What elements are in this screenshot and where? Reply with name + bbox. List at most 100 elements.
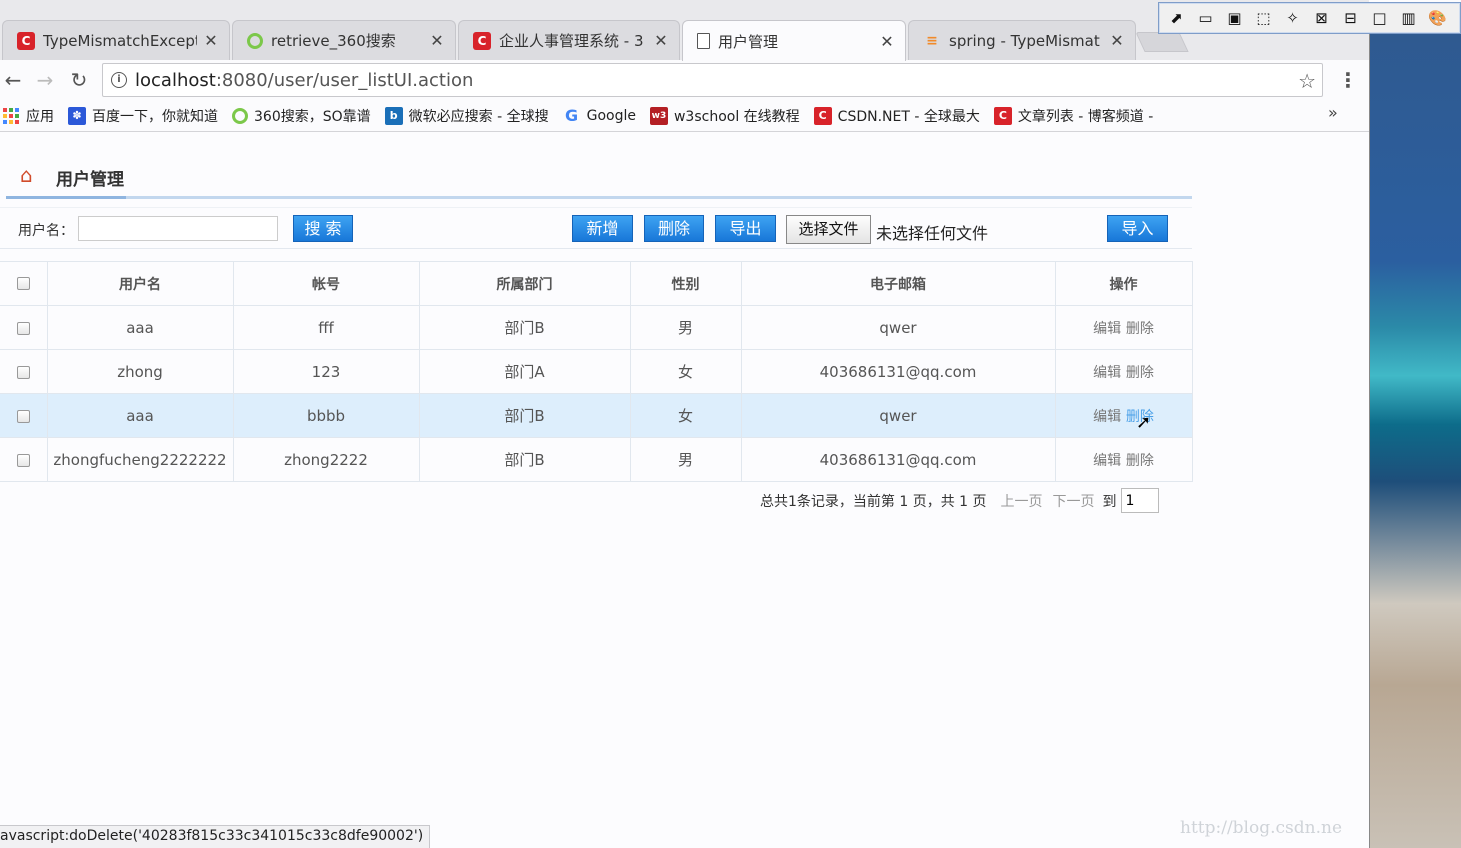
home-icon: ⌂ [20, 163, 33, 187]
csdn-icon: C [993, 106, 1012, 125]
address-bar-row: ← → ↻ i localhost:8080/user/user_listUI.… [0, 60, 1369, 100]
bookmark-blog-articles[interactable]: C 文章列表 - 博客频道 - [993, 103, 1159, 129]
bookmark-label: 360搜索，SO靠谱 [254, 108, 371, 125]
bookmark-w3school[interactable]: w3 w3school 在线教程 [649, 103, 806, 129]
next-page-link[interactable]: 下一页 [1053, 491, 1095, 511]
row-checkbox[interactable] [16, 409, 30, 423]
cell-email: 403686131@qq.com [740, 437, 1056, 482]
select-all-cell [0, 261, 48, 306]
back-icon[interactable]: ← [0, 68, 26, 92]
browser-menu-icon[interactable]: ⋮ [1338, 68, 1358, 92]
desktop-wallpaper [1369, 34, 1461, 848]
pagination: 总共1条记录，当前第 1 页，共 1 页 上一页 下一页 到 [760, 488, 1159, 513]
forward-icon[interactable]: → [32, 68, 58, 92]
palette-icon[interactable]: 🎨 [1426, 7, 1449, 30]
tab-title: spring - TypeMismat [949, 31, 1100, 50]
floating-toolbar: ⬈ ▭ ▣ ⬚ ✧ ⊠ ⊟ □ ▥ 🎨 [1158, 2, 1461, 34]
edit-link[interactable]: 编辑 [1093, 409, 1121, 425]
cell-actions: 编辑 删除 [1054, 437, 1193, 482]
fullscreen-icon[interactable]: ⊠ [1310, 7, 1333, 30]
bookmark-google[interactable]: G Google [563, 103, 642, 129]
row-checkbox[interactable] [16, 453, 30, 467]
bookmark-label: Google [586, 107, 636, 124]
close-icon[interactable]: ✕ [1109, 31, 1125, 50]
cell-actions: 编辑 删除 [1054, 305, 1193, 350]
edit-link[interactable]: 编辑 [1093, 365, 1121, 381]
bookmark-label: w3school 在线教程 [673, 108, 800, 125]
url-input[interactable]: i localhost:8080/user/user_listUI.action… [102, 63, 1323, 97]
add-button[interactable]: 新增 [572, 215, 633, 242]
select-all-checkbox[interactable] [16, 277, 30, 290]
edit-link[interactable]: 编辑 [1093, 453, 1121, 469]
choose-file-button[interactable]: 选择文件 [786, 215, 871, 244]
page-header: ⌂ 用户管理 [6, 159, 1192, 199]
search-toolbar: 用户名： 搜 索 新增 删除 导出 选择文件 未选择任何文件 导入 [0, 207, 1192, 249]
restore-icon[interactable]: ▣ [1223, 7, 1246, 30]
delete-link[interactable]: 删除 [1126, 453, 1154, 469]
bookmark-360[interactable]: 360搜索，SO靠谱 [232, 103, 377, 129]
cell-email: 403686131@qq.com [740, 349, 1056, 394]
table-row: zhong 123 部门A 女 403686131@qq.com 编辑 删除 [0, 349, 1193, 394]
table-row: zhongfucheng2222222 zhong2222 部门B 男 4036… [0, 437, 1193, 482]
window-icon[interactable]: ▭ [1194, 7, 1217, 30]
tab-title: retrieve_360搜索 [271, 32, 396, 50]
url-host: localhost [135, 69, 216, 91]
delete-link[interactable]: 删除 [1126, 321, 1154, 337]
open-icon[interactable]: ⬈ [1165, 7, 1188, 30]
delete-button[interactable]: 删除 [644, 215, 704, 242]
csdn-icon: C [473, 31, 491, 50]
cell-gender: 男 [629, 305, 742, 350]
url-path: :8080/user/user_listUI.action [215, 69, 474, 91]
cell-gender: 女 [629, 393, 742, 438]
username-label: 用户名： [18, 223, 74, 239]
bookmark-baidu[interactable]: ✽ 百度一下，你就知道 [68, 103, 224, 129]
tab-360-search[interactable]: retrieve_360搜索 ✕ [232, 20, 456, 60]
frame-icon[interactable]: □ [1368, 7, 1391, 30]
import-button[interactable]: 导入 [1107, 215, 1168, 242]
file-status-text: 未选择任何文件 [876, 224, 989, 243]
region-icon[interactable]: ⬚ [1252, 7, 1275, 30]
close-icon[interactable]: ✕ [429, 31, 445, 50]
edit-link[interactable]: 编辑 [1093, 321, 1121, 337]
delete-link[interactable]: 删除 [1126, 365, 1154, 381]
freeform-icon[interactable]: ✧ [1281, 7, 1304, 30]
reload-icon[interactable]: ↻ [66, 68, 92, 92]
tab-title: TypeMismatchExcept [43, 31, 197, 50]
close-icon[interactable]: ✕ [653, 31, 669, 50]
table-row-hovered: aaa bbbb 部门B 女 qwer 编辑 删除 [0, 393, 1193, 438]
w3school-icon: w3 [649, 106, 668, 125]
tab-typemismatch[interactable]: C TypeMismatchExcept ✕ [2, 20, 230, 60]
close-icon[interactable]: ✕ [203, 31, 219, 50]
column-header-username: 用户名 [46, 261, 234, 306]
page-title: 用户管理 [56, 170, 124, 190]
tab-spring-typemismatch[interactable]: ≡ spring - TypeMismat ✕ [908, 20, 1136, 60]
bookmark-label: 文章列表 - 博客频道 - [1017, 108, 1154, 125]
column-header-actions: 操作 [1054, 261, 1193, 306]
cell-gender: 男 [629, 437, 742, 482]
apps-icon [2, 107, 20, 125]
search-button[interactable]: 搜 索 [293, 215, 353, 242]
bookmark-star-icon[interactable]: ☆ [1298, 69, 1316, 93]
new-tab-button[interactable] [1135, 32, 1189, 52]
bookmark-apps[interactable]: 应用 [2, 103, 60, 129]
bookmark-bing[interactable]: b 微软必应搜索 - 全球搜 [384, 103, 555, 129]
bing-icon: b [384, 106, 403, 125]
row-checkbox[interactable] [16, 365, 30, 379]
bookmarks-overflow-icon[interactable]: » [1328, 103, 1338, 122]
film-icon[interactable]: ▥ [1397, 7, 1420, 30]
row-checkbox[interactable] [16, 321, 30, 335]
bookmarks-bar: 应用 ✽ 百度一下，你就知道 360搜索，SO靠谱 b 微软必应搜索 - 全球搜… [0, 100, 1369, 132]
close-icon[interactable]: ✕ [879, 32, 895, 51]
page-number-input[interactable] [1120, 488, 1159, 513]
tab-hr-system[interactable]: C 企业人事管理系统 - 3 ✕ [458, 20, 680, 60]
username-search-input[interactable] [78, 216, 278, 241]
export-button[interactable]: 导出 [715, 215, 776, 242]
prev-page-link[interactable]: 上一页 [1001, 491, 1043, 511]
bookmark-label: 应用 [26, 108, 54, 125]
info-icon[interactable]: i [111, 72, 127, 88]
tab-user-management[interactable]: 用户管理 ✕ [682, 20, 906, 61]
scroll-capture-icon[interactable]: ⊟ [1339, 7, 1362, 30]
360-icon [232, 107, 248, 124]
bookmark-csdn[interactable]: C CSDN.NET - 全球最大 [813, 103, 986, 129]
cell-account: 123 [232, 349, 420, 394]
